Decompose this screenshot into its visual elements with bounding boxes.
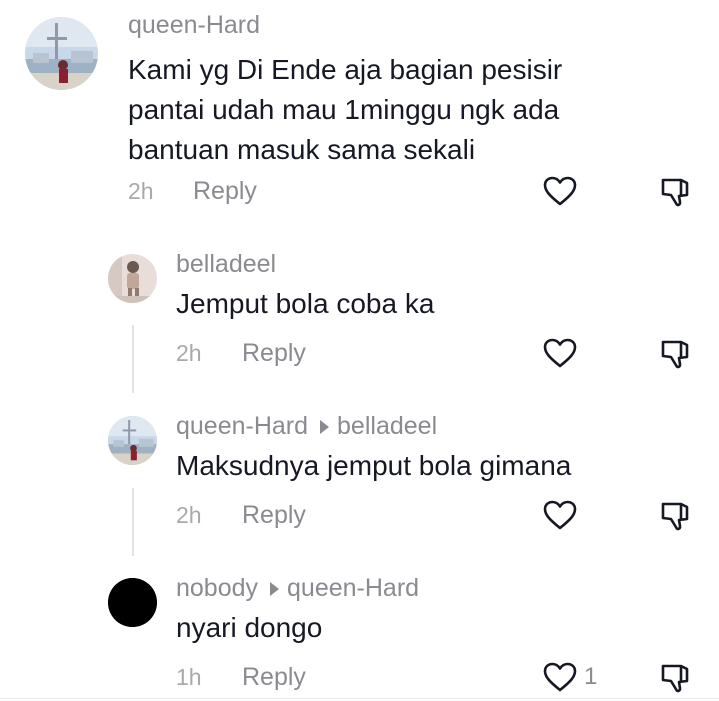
comment-username-row: queen-Hard (128, 11, 260, 40)
heart-outline-icon (543, 338, 577, 368)
comment-text-line: nyari dongo (176, 612, 323, 643)
harbor-photo-avatar (25, 17, 98, 90)
dislike-button[interactable] (659, 175, 693, 209)
reply-button[interactable]: Reply (242, 663, 306, 692)
reply-button[interactable]: Reply (242, 501, 306, 530)
comment-username-row: queen-Hard belladeel (176, 412, 437, 441)
timestamp: 2h (176, 340, 202, 366)
person-photo-avatar (108, 254, 157, 303)
comment-text: Jemput bola coba ka (176, 284, 434, 324)
comment-text: Maksudnya jemput bola gimana (176, 446, 571, 486)
dislike-button[interactable] (659, 337, 693, 371)
black-circle-avatar (108, 578, 157, 627)
like-count: 1 (584, 663, 598, 690)
reply-button[interactable]: Reply (193, 177, 257, 206)
dislike-button[interactable] (659, 661, 693, 695)
comment-username-row: nobody queen-Hard (176, 574, 419, 603)
avatar[interactable] (108, 416, 157, 465)
reply-to-username[interactable]: belladeel (337, 412, 437, 440)
comment-text-line: Jemput bola coba ka (176, 288, 435, 319)
comment-text-line: Maksudnya jemput bola gimana (176, 450, 572, 481)
username[interactable]: belladeel (176, 250, 276, 278)
comment-text-line: bantuan masuk sama sekali (128, 134, 476, 165)
thumbs-down-icon (661, 664, 689, 693)
reply-button[interactable]: Reply (242, 339, 306, 368)
heart-outline-icon (543, 500, 577, 530)
like-button[interactable] (542, 337, 584, 369)
username[interactable]: nobody (176, 574, 258, 602)
thread-line (132, 325, 134, 393)
thread-line (132, 488, 134, 556)
comment-text: nyari dongo (176, 608, 322, 648)
avatar[interactable] (25, 17, 98, 90)
reply-to-username[interactable]: queen-Hard (287, 574, 419, 602)
comment-text: Kami yg Di Ende aja bagian pesisir panta… (128, 50, 562, 170)
thumbs-down-icon (661, 502, 689, 531)
heart-outline-icon (543, 662, 577, 692)
username[interactable]: queen-Hard (128, 11, 260, 39)
thumbs-down-icon (661, 340, 689, 369)
like-button[interactable] (542, 499, 584, 531)
comment-username-row: belladeel (176, 250, 276, 279)
timestamp: 1h (176, 664, 202, 690)
triangle-right-icon (270, 581, 280, 596)
divider (0, 698, 719, 699)
triangle-right-icon (320, 419, 330, 434)
like-button[interactable]: 1 (542, 661, 597, 693)
like-button[interactable] (542, 175, 584, 207)
dislike-button[interactable] (659, 499, 693, 533)
heart-outline-icon (543, 176, 577, 206)
comment-text-line: pantai udah mau 1minggu ngk ada (128, 94, 560, 125)
comment-text-line: Kami yg Di Ende aja bagian pesisir (128, 54, 563, 85)
username[interactable]: queen-Hard (176, 412, 308, 440)
avatar[interactable] (108, 578, 157, 627)
avatar[interactable] (108, 254, 157, 303)
harbor-photo-avatar (108, 416, 157, 465)
thumbs-down-icon (661, 178, 689, 207)
timestamp: 2h (128, 178, 154, 204)
timestamp: 2h (176, 502, 202, 528)
